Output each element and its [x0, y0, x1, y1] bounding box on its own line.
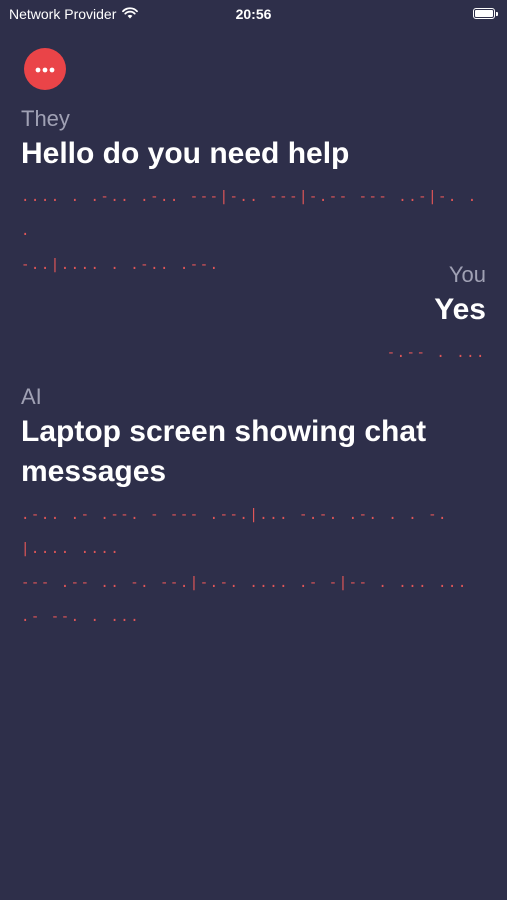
speaker-label: They: [21, 106, 70, 131]
speaker-label: You: [448, 262, 486, 287]
morse-line: .... . .-.. .-.. ---|-.. ---|-.-- --- ..…: [21, 189, 478, 239]
speaker-label: AI: [21, 384, 42, 409]
morse-line: --- .-- .. -. --.|-.-. .... .- -|-- . ..…: [21, 575, 468, 625]
message-you: You Yes -.-- . ...: [21, 262, 486, 370]
message-text: Laptop screen showing chat messages: [21, 415, 427, 488]
message-text: Yes: [434, 293, 486, 326]
morse-code: -.-- . ...: [21, 336, 486, 370]
status-time: 20:56: [235, 6, 272, 22]
battery-icon: [473, 8, 498, 19]
morse-line: -.-- . ...: [386, 345, 486, 361]
message-they: They Hello do you need help .... . .-.. …: [21, 106, 486, 282]
ellipsis-icon: [34, 60, 56, 78]
message-text: Hello do you need help: [21, 137, 350, 170]
status-bar: Network Provider 20:56: [0, 0, 507, 28]
morse-line: .-.. .- .--. - --- .--.|... -.-. .-. . .…: [21, 507, 448, 557]
message-ai: AI Laptop screen showing chat messages .…: [21, 384, 486, 634]
more-options-button[interactable]: [24, 48, 66, 90]
morse-code: .-.. .- .--. - --- .--.|... -.-. .-. . .…: [21, 498, 486, 634]
